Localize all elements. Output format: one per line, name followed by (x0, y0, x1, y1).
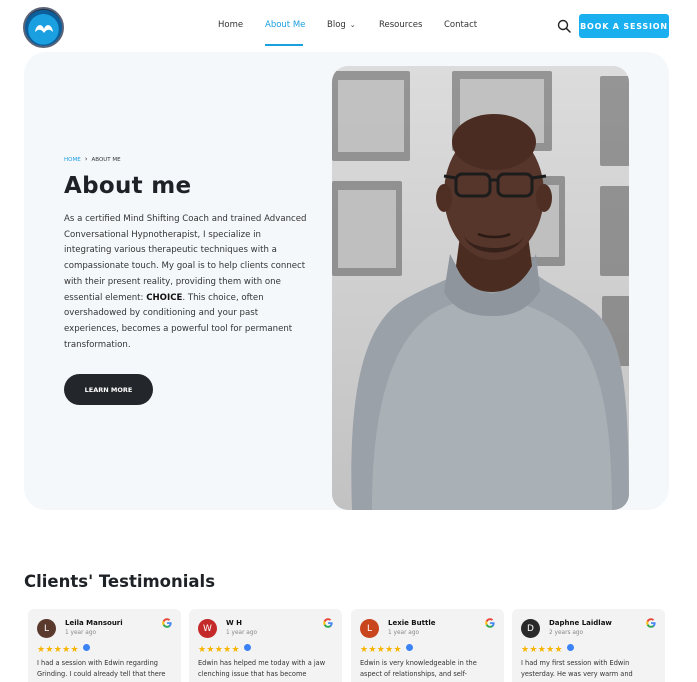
reviewer-name: Leila Mansouri (65, 619, 123, 627)
verified-badge-icon (566, 644, 574, 651)
reviewer-name: Daphne Laidlaw (549, 619, 612, 627)
nav-resources[interactable]: Resources (379, 20, 422, 30)
google-icon (646, 618, 656, 628)
verified-badge-icon (243, 644, 251, 651)
stars-icon: ★★★★★ (521, 644, 563, 654)
review-time: 1 year ago (226, 630, 258, 636)
review-text: I had my first session with Edwin yester… (521, 659, 633, 678)
star-rating: ★★★★★ (198, 644, 251, 655)
breadcrumb-current: ABOUT ME (91, 157, 121, 163)
star-rating: ★★★★★ (360, 644, 413, 655)
stars-icon: ★★★★★ (198, 644, 240, 654)
active-nav-indicator (265, 44, 303, 46)
about-text-choice: CHOICE (146, 292, 183, 303)
google-icon (323, 618, 333, 628)
google-icon (162, 618, 172, 628)
reviewer-name: W H (226, 619, 243, 627)
nav-home[interactable]: Home (218, 20, 243, 30)
review-text: Edwin has helped me today with a jaw cle… (198, 659, 326, 678)
avatar: L (37, 619, 56, 638)
stars-icon: ★★★★★ (360, 644, 402, 654)
verified-badge-icon (405, 644, 413, 651)
learn-more-button[interactable]: LEARN MORE (64, 374, 153, 405)
verified-badge-icon (82, 644, 90, 651)
reviewer-name: Lexie Buttle (388, 619, 436, 627)
logo-mark-icon (35, 25, 53, 33)
avatar: L (360, 619, 379, 638)
site-logo[interactable] (23, 7, 64, 48)
breadcrumb-home-link[interactable]: HOME (64, 157, 81, 163)
review-card[interactable]: D Daphne Laidlaw 2 years ago ★★★★★ I had my … (512, 609, 665, 682)
chevron-down-icon: ⌄ (349, 21, 356, 29)
review-time: 1 year ago (388, 630, 420, 636)
review-text: I had a session with Edwin regarding Gri… (37, 659, 166, 678)
testimonials-title: Clients' Testimonials (24, 572, 216, 591)
review-card[interactable]: L Leila Mansouri 1 year ago ★★★★★ I had a se… (28, 609, 181, 682)
review-time: 2 years ago (549, 630, 584, 636)
portrait-illustration (332, 71, 629, 510)
about-text-intro: As a certified Mind Shifting Coach and t… (64, 214, 307, 303)
breadcrumb: HOME › ABOUT ME (64, 155, 121, 163)
about-paragraph: As a certified Mind Shifting Coach and t… (64, 212, 308, 353)
nav-about-me[interactable]: About Me (265, 20, 305, 30)
avatar: D (521, 619, 540, 638)
review-text: Edwin is very knowledgeable in the aspec… (360, 659, 477, 678)
review-card[interactable]: W W H 1 year ago ★★★★★ Edwin has helped me t… (189, 609, 342, 682)
star-rating: ★★★★★ (37, 644, 90, 655)
review-card[interactable]: L Lexie Buttle 1 year ago ★★★★★ Edwin is ver… (351, 609, 504, 682)
avatar: W (198, 619, 217, 638)
nav-contact[interactable]: Contact (444, 20, 477, 30)
nav-blog[interactable]: Blog ⌄ (327, 20, 356, 30)
review-time: 1 year ago (65, 630, 97, 636)
star-rating: ★★★★★ (521, 644, 574, 655)
stars-icon: ★★★★★ (37, 644, 79, 654)
book-session-button[interactable]: BOOK A SESSION (579, 14, 669, 38)
nav-blog-label: Blog (327, 20, 346, 30)
search-icon[interactable] (556, 18, 572, 34)
portrait-photo (332, 66, 629, 510)
site-header: Home About Me Blog ⌄ Resources Contact BO… (0, 0, 697, 52)
page-title: About me (64, 173, 192, 199)
chevron-right-icon: › (84, 155, 88, 163)
google-icon (485, 618, 495, 628)
